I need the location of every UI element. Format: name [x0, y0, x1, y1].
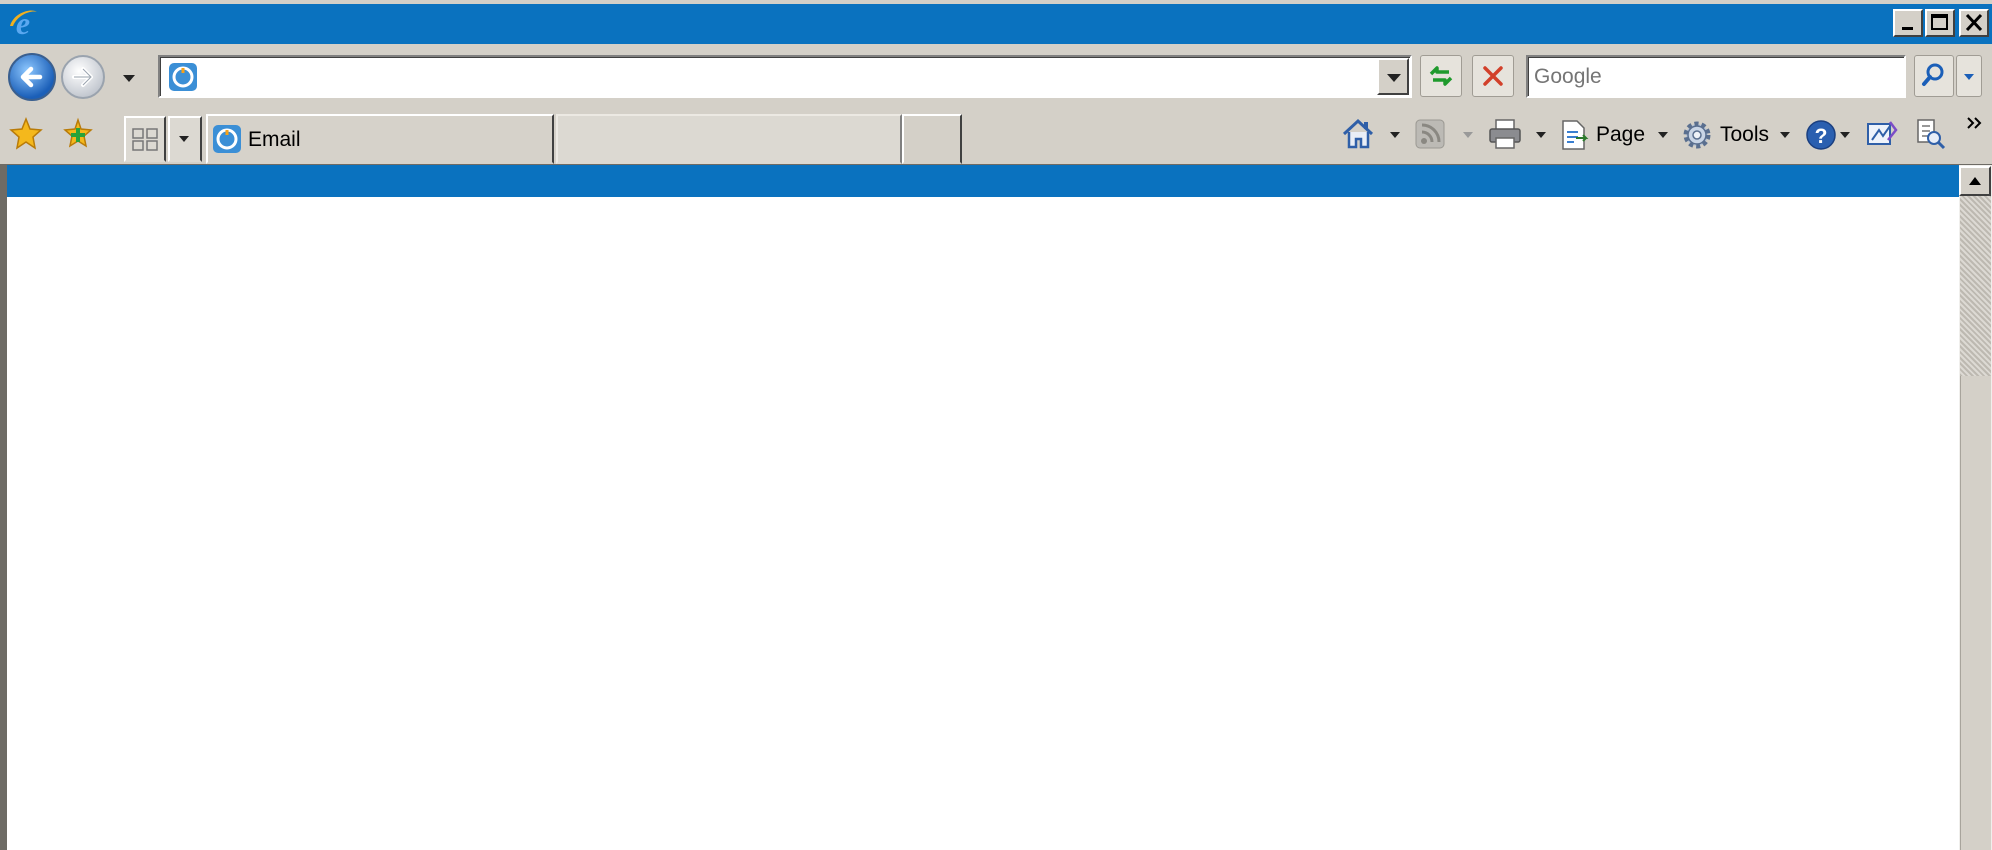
- chevron-down-icon: [1387, 74, 1401, 82]
- page-favicon-icon: [213, 125, 241, 153]
- page-icon: [1562, 120, 1589, 150]
- maximize-icon: [1931, 14, 1948, 30]
- tab-email[interactable]: Email: [206, 114, 554, 164]
- refresh-icon: [1429, 66, 1453, 86]
- feeds-button[interactable]: [1414, 118, 1446, 150]
- tools-gear-icon: [1683, 121, 1711, 149]
- close-button[interactable]: [1959, 9, 1989, 37]
- recent-pages-dropdown-icon[interactable]: [123, 75, 135, 82]
- chevron-down-icon: [1840, 132, 1850, 138]
- minimize-icon: [1902, 27, 1913, 30]
- help-button[interactable]: ?: [1804, 116, 1854, 154]
- tab-list-button[interactable]: [168, 116, 202, 162]
- search-button[interactable]: [1914, 55, 1954, 97]
- research-button[interactable]: [1864, 116, 1900, 152]
- page-header-banner: [7, 165, 1959, 197]
- stop-button[interactable]: [1472, 55, 1514, 97]
- translate-icon: [1917, 119, 1946, 150]
- page-menu-label: Page: [1596, 123, 1646, 146]
- search-input[interactable]: [1534, 57, 1894, 96]
- scroll-track[interactable]: [1960, 376, 1991, 850]
- ie-logo-icon[interactable]: e: [6, 5, 40, 41]
- tools-menu-button[interactable]: Tools: [1680, 116, 1798, 154]
- chevron-down-icon: [1658, 132, 1668, 138]
- back-arrow-icon: [20, 66, 43, 88]
- search-box[interactable]: [1526, 55, 1906, 98]
- translate-button[interactable]: [1912, 116, 1948, 152]
- toolbar-overflow-button[interactable]: [1962, 110, 1988, 140]
- tab-label: Email: [248, 128, 301, 151]
- new-tab-button[interactable]: [902, 114, 962, 164]
- stop-icon: [1483, 66, 1503, 86]
- search-icon: [1922, 63, 1944, 86]
- tools-menu-label: Tools: [1720, 123, 1770, 146]
- home-icon: [1342, 118, 1374, 149]
- add-to-favorites-button[interactable]: [60, 116, 96, 152]
- maximize-button[interactable]: [1925, 9, 1955, 37]
- feeds-dropdown-icon[interactable]: [1463, 132, 1473, 138]
- title-bar: [0, 0, 1992, 44]
- minimize-button[interactable]: [1893, 9, 1923, 37]
- research-icon: [1867, 121, 1898, 145]
- close-icon: [1965, 13, 1983, 32]
- address-bar[interactable]: [158, 55, 1412, 98]
- address-dropdown-button[interactable]: [1377, 58, 1409, 95]
- chevron-down-icon: [179, 136, 189, 142]
- quick-tabs-button[interactable]: [124, 116, 166, 162]
- print-icon: [1489, 119, 1521, 149]
- refresh-button[interactable]: [1420, 55, 1462, 97]
- page-menu-button[interactable]: Page: [1558, 116, 1676, 154]
- favorites-star-icon: [9, 116, 43, 150]
- page-body: [7, 197, 1959, 850]
- svg-text:?: ?: [1815, 125, 1828, 148]
- chevron-down-icon: [1964, 74, 1974, 80]
- print-button[interactable]: [1486, 116, 1524, 152]
- forward-button[interactable]: [61, 55, 105, 99]
- home-dropdown-icon[interactable]: [1390, 132, 1400, 138]
- search-options-button[interactable]: [1956, 55, 1982, 97]
- scroll-up-arrow-icon: [1969, 177, 1981, 185]
- home-button[interactable]: [1340, 116, 1376, 152]
- scroll-up-button[interactable]: [1959, 166, 1991, 196]
- help-icon: ?: [1806, 120, 1836, 150]
- feeds-icon: [1415, 119, 1445, 149]
- print-dropdown-icon[interactable]: [1536, 132, 1546, 138]
- favorites-center-button[interactable]: [8, 116, 44, 152]
- scroll-thumb[interactable]: [1960, 196, 1991, 376]
- page-favicon-icon: [169, 63, 197, 91]
- tab-blank[interactable]: [556, 114, 902, 164]
- quick-tabs-icon: [132, 128, 158, 151]
- double-chevron-right-icon: [1967, 117, 1982, 129]
- forward-arrow-icon: [72, 67, 93, 87]
- back-button[interactable]: [8, 53, 56, 101]
- add-favorite-icon: [63, 117, 93, 148]
- chevron-down-icon: [1780, 132, 1790, 138]
